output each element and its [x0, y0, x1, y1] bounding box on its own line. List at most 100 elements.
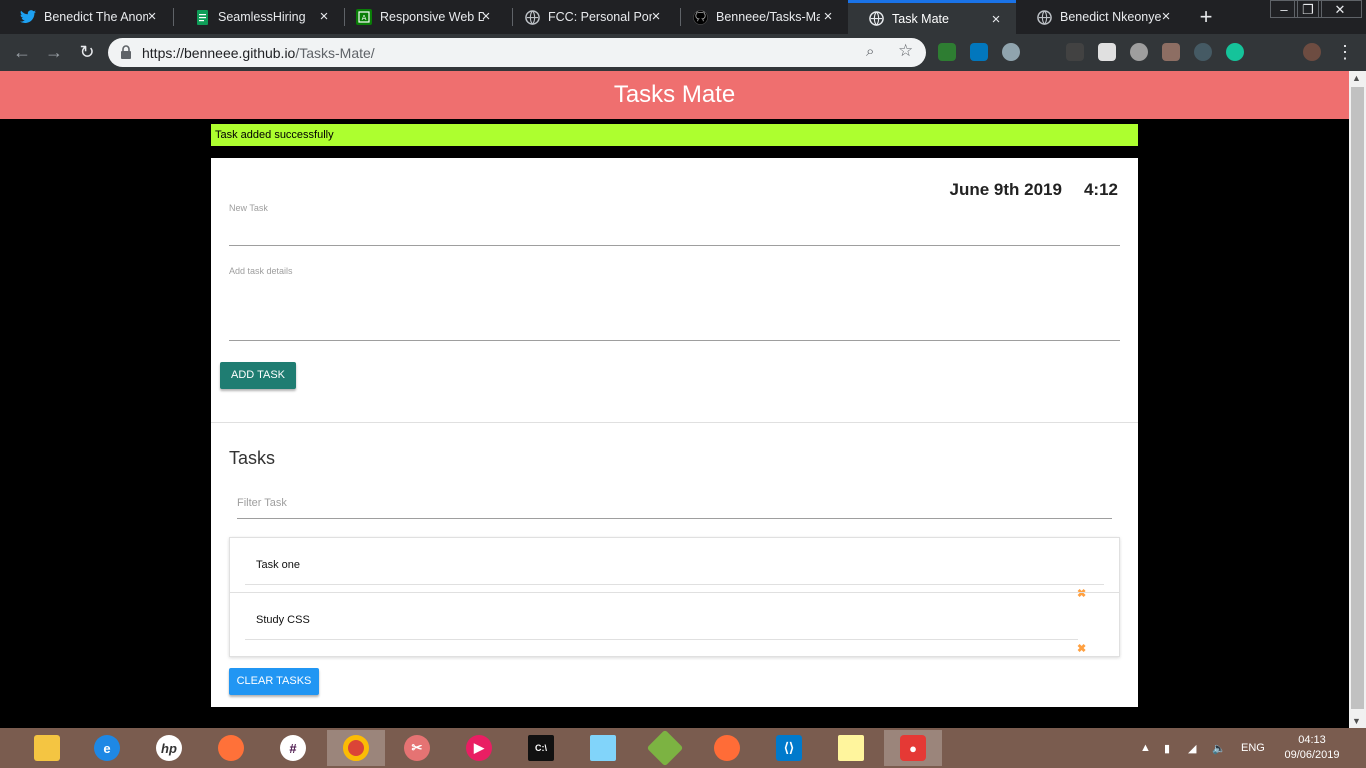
tab-title: Task Mate — [892, 11, 949, 26]
twitter-icon — [20, 9, 36, 25]
current-date: June 9th 2019 — [949, 180, 1062, 199]
scroll-up-icon[interactable]: ▲ — [1352, 73, 1361, 83]
lock-icon — [120, 45, 132, 59]
task-details-label: Add task details — [229, 266, 293, 276]
internet-explorer-icon[interactable]: e — [78, 730, 136, 766]
task-card: June 9th 2019 4:12 New Task Add task deta… — [211, 158, 1138, 707]
extension-icon[interactable] — [1130, 43, 1148, 61]
chrome-icon[interactable] — [327, 730, 385, 766]
tab-title: FCC: Personal Portf — [548, 10, 652, 24]
extension-icon[interactable] — [938, 43, 956, 61]
extension-icon[interactable] — [1066, 43, 1084, 61]
document-icon — [194, 9, 210, 25]
close-icon[interactable]: × — [478, 9, 494, 25]
list-item: Task one ✖ — [230, 538, 1119, 600]
task-list: Task one ✖ Study CSS ✖ — [229, 537, 1120, 657]
close-icon[interactable]: ✖ — [1077, 642, 1086, 655]
extension-icon[interactable] — [1162, 43, 1180, 61]
task-details-underline — [229, 340, 1120, 341]
show-hidden-icons[interactable]: ▲ — [1140, 728, 1151, 768]
close-window-button[interactable]: ✕ — [1318, 0, 1362, 18]
tab-fcc-portfolio[interactable]: FCC: Personal Portf × — [504, 0, 676, 34]
tab-seamlesshiring[interactable]: SeamlessHiring × — [174, 0, 344, 34]
scroll-down-icon[interactable]: ▼ — [1352, 716, 1361, 726]
forward-arrow-icon[interactable]: → — [43, 41, 65, 63]
tab-twitter[interactable]: Benedict The Anom × — [0, 0, 172, 34]
task-divider — [245, 584, 1104, 585]
url-path: /Tasks-Mate/ — [295, 45, 375, 61]
tab-title: SeamlessHiring — [218, 10, 306, 24]
task-details-textarea[interactable] — [229, 280, 1120, 338]
browser-toolbar: ← → ↻ https://benneee.github.io/Tasks-Ma… — [0, 34, 1366, 71]
git-icon[interactable] — [636, 729, 694, 767]
address-bar[interactable]: https://benneee.github.io/Tasks-Mate/ ⌕ … — [108, 38, 926, 67]
tab-title: Benedict Nkeonye — [1060, 10, 1162, 24]
sticky-notes-icon[interactable] — [822, 730, 880, 766]
close-icon[interactable]: × — [316, 9, 332, 25]
postman-icon[interactable] — [698, 730, 756, 766]
snipping-tool-icon[interactable]: ✂ — [388, 730, 446, 766]
date-time-display: June 9th 2019 4:12 — [950, 180, 1118, 200]
close-icon[interactable]: × — [1158, 9, 1174, 25]
new-task-underline — [229, 245, 1120, 246]
tab-benedict-nkeonye[interactable]: Benedict Nkeonye × — [1016, 0, 1186, 34]
notepad-icon[interactable] — [574, 730, 632, 766]
new-task-label: New Task — [229, 203, 268, 213]
new-tab-button[interactable]: + — [1196, 5, 1216, 29]
battery-icon[interactable]: ▮ — [1164, 728, 1170, 768]
github-icon — [692, 9, 708, 25]
code-icon: A — [356, 9, 372, 25]
tasks-heading: Tasks — [229, 448, 276, 468]
app-header: Tasks Mate — [0, 71, 1349, 119]
clock-date: 09/06/2019 — [1284, 749, 1340, 761]
network-icon[interactable]: ◢ — [1188, 728, 1196, 768]
clear-tasks-button[interactable]: CLEAR TASKS — [229, 668, 319, 695]
scrollbar-thumb[interactable] — [1351, 87, 1364, 709]
media-player-icon[interactable]: ▶ — [450, 730, 508, 766]
success-alert: Task added successfully — [211, 124, 1138, 146]
tab-github-repo[interactable]: Benneee/Tasks-Mat × — [672, 0, 848, 34]
browser-tab-strip: Benedict The Anom × SeamlessHiring × A R… — [0, 0, 1366, 34]
grammarly-icon[interactable] — [1226, 43, 1244, 61]
tab-responsive-web[interactable]: A Responsive Web De × — [336, 0, 506, 34]
url-host: https://benneee.github.io — [142, 45, 296, 61]
close-icon[interactable]: × — [988, 12, 1004, 28]
record-app-icon[interactable]: ● — [884, 730, 942, 766]
app-title: Tasks Mate — [613, 81, 736, 108]
back-arrow-icon[interactable]: ← — [11, 41, 33, 63]
avatar[interactable] — [1303, 43, 1321, 61]
close-icon[interactable]: × — [648, 9, 664, 25]
tab-task-mate[interactable]: Task Mate × — [848, 0, 1016, 34]
slack-icon[interactable]: # — [264, 730, 322, 766]
list-item: Study CSS ✖ — [230, 593, 1119, 655]
terminal-icon[interactable]: C:\ — [512, 730, 570, 766]
firefox-icon[interactable] — [202, 730, 260, 766]
windows-taskbar: e hp # ✂ ▶ C:\ ⟨⟩ ● ▲ ▮ ◢ 🔈 ENG 04:13 09… — [0, 728, 1366, 768]
hp-icon[interactable]: hp — [140, 730, 198, 766]
extension-icon[interactable] — [1098, 43, 1116, 61]
volume-icon[interactable]: 🔈 — [1212, 728, 1226, 768]
system-clock[interactable]: 04:13 09/06/2019 — [1280, 733, 1344, 763]
add-task-button[interactable]: ADD TASK — [220, 362, 296, 389]
task-name: Study CSS — [256, 614, 310, 626]
extension-icon[interactable] — [1002, 43, 1020, 61]
extension-icon[interactable] — [1194, 43, 1212, 61]
new-task-input[interactable] — [229, 216, 1120, 244]
input-language[interactable]: ENG — [1241, 728, 1265, 768]
vscode-icon[interactable]: ⟨⟩ — [760, 730, 818, 766]
task-name: Task one — [256, 559, 301, 571]
globe-icon — [868, 11, 884, 27]
extension-icon[interactable] — [970, 43, 988, 61]
svg-text:A: A — [362, 14, 367, 22]
close-icon[interactable]: × — [820, 9, 836, 25]
tab-title: Benneee/Tasks-Mat — [716, 10, 820, 24]
zoom-icon[interactable]: ⌕ — [866, 43, 874, 60]
page-scrollbar[interactable]: ▲ ▼ — [1349, 71, 1366, 728]
menu-dots-icon[interactable]: ⋮ — [1334, 41, 1356, 63]
filter-task-input[interactable]: Filter Task — [237, 497, 287, 509]
alert-text: Task added successfully — [215, 129, 334, 141]
close-icon[interactable]: × — [144, 9, 160, 25]
file-explorer-icon[interactable] — [18, 730, 76, 766]
reload-icon[interactable]: ↻ — [76, 41, 98, 63]
bookmark-star-icon[interactable]: ☆ — [898, 41, 913, 61]
